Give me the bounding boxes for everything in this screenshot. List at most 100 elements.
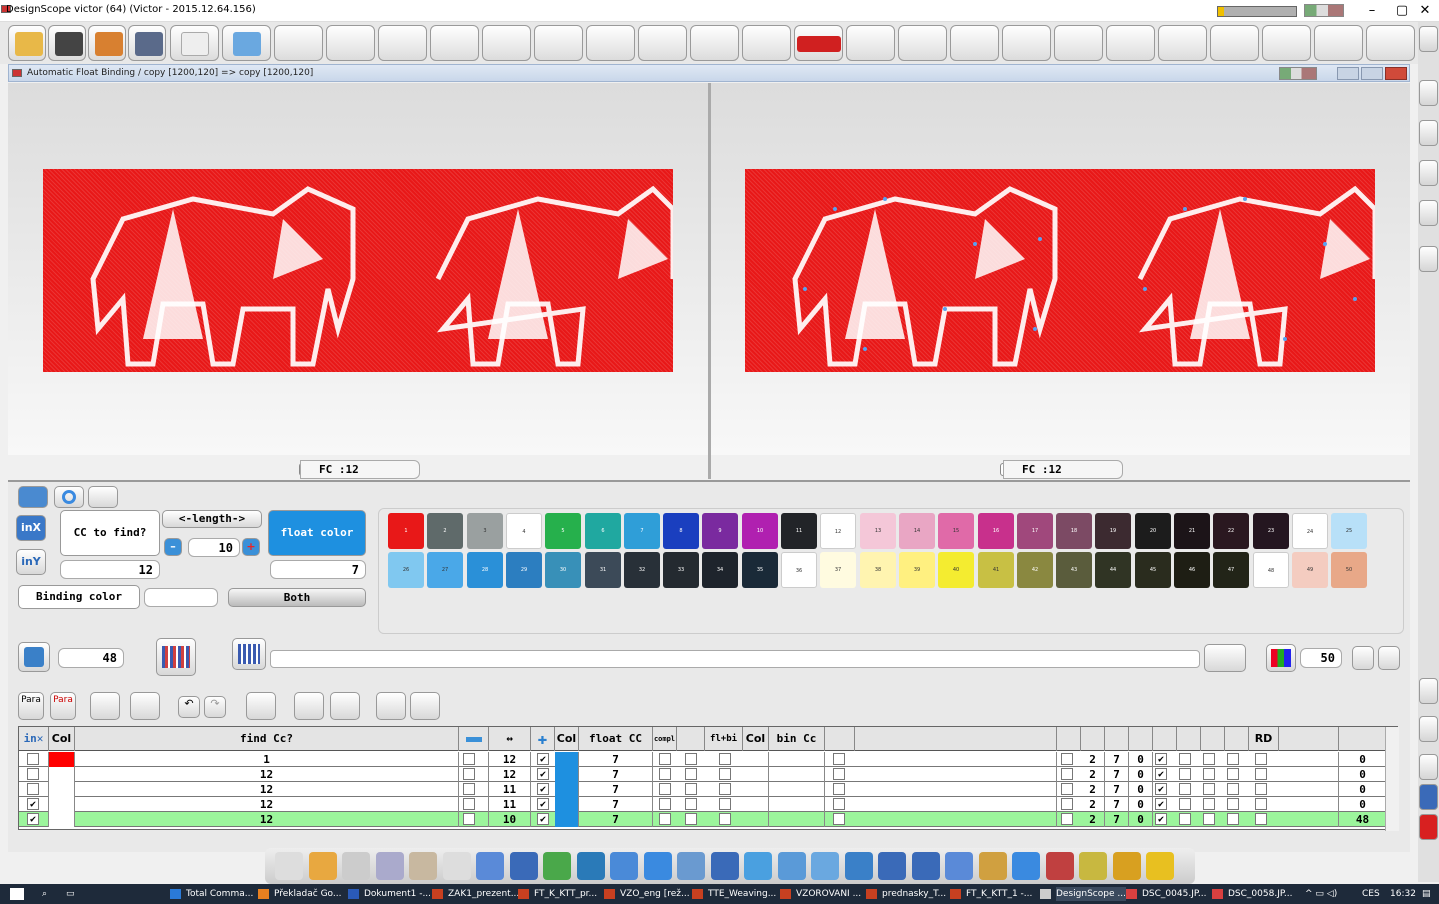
float-color-button[interactable]: float color xyxy=(268,510,366,556)
dock-tool-23-icon[interactable] xyxy=(1012,852,1040,880)
taskbar-app[interactable]: prednasky_T... xyxy=(882,887,946,901)
palette-swatch-22[interactable]: 22 xyxy=(1213,513,1249,549)
dock-tool-16-icon[interactable] xyxy=(777,852,806,880)
row-d-checkbox[interactable]: ✔ xyxy=(1155,753,1167,765)
palette-swatch-10[interactable]: 10 xyxy=(742,513,778,549)
palette-swatch-13[interactable]: 13 xyxy=(860,513,896,549)
toolbar-slot-17[interactable] xyxy=(1158,25,1207,61)
row-compl-checkbox[interactable] xyxy=(659,813,671,825)
palette-swatch-8[interactable]: 8 xyxy=(663,513,699,549)
row-r2-checkbox[interactable] xyxy=(1179,813,1191,825)
brush-tool-button[interactable] xyxy=(1419,80,1438,106)
float-binding-tab[interactable] xyxy=(18,486,48,508)
row-compl-checkbox[interactable] xyxy=(659,753,671,765)
subwindow-minimize-button[interactable] xyxy=(1337,67,1359,80)
row-r4-checkbox[interactable] xyxy=(1227,753,1239,765)
red-fabric-button[interactable] xyxy=(794,25,843,61)
palette-swatch-11[interactable]: 11 xyxy=(781,513,817,549)
row-rd-checkbox[interactable] xyxy=(1255,813,1267,825)
palette-swatch-50[interactable]: 50 xyxy=(1331,552,1367,588)
row-compl-checkbox[interactable] xyxy=(659,768,671,780)
palette-swatch-48[interactable]: 48 xyxy=(1253,552,1289,588)
palette-swatch-31[interactable]: 31 xyxy=(585,552,621,588)
row-in-checkbox[interactable] xyxy=(27,768,39,780)
dock-tool-9-icon[interactable] xyxy=(543,852,571,880)
row-weave-checkbox[interactable] xyxy=(833,768,845,780)
palette-swatch-23[interactable]: 23 xyxy=(1253,513,1289,549)
iny-button[interactable]: inY xyxy=(16,549,46,575)
row-r3-checkbox[interactable] xyxy=(1203,768,1215,780)
toolbar-slot-13[interactable] xyxy=(950,25,999,61)
notification-icon[interactable]: ▤ xyxy=(1422,887,1431,901)
palette-swatch-33[interactable]: 33 xyxy=(663,552,699,588)
brush-tab[interactable] xyxy=(88,486,118,508)
row-r3-checkbox[interactable] xyxy=(1203,813,1215,825)
clock[interactable]: 16:32 xyxy=(1390,887,1416,901)
toolbar-slot-2[interactable] xyxy=(326,25,375,61)
pattern-fill-button[interactable] xyxy=(246,692,276,720)
dock-tool-25-icon[interactable] xyxy=(1079,852,1107,880)
row-flbi-checkbox[interactable] xyxy=(719,798,731,810)
col-find-cc[interactable]: find Cc? xyxy=(75,727,459,751)
row-r2-checkbox[interactable] xyxy=(1179,798,1191,810)
weave-view-button[interactable] xyxy=(156,638,196,676)
palette-swatch-37[interactable]: 37 xyxy=(820,552,856,588)
row-in-checkbox[interactable]: ✔ xyxy=(27,798,39,810)
toolbar-slot-19[interactable] xyxy=(1262,25,1311,61)
redo-button[interactable]: ↷ xyxy=(204,696,226,718)
palette-swatch-6[interactable]: 6 xyxy=(585,513,621,549)
row-weave-checkbox[interactable] xyxy=(833,783,845,795)
palette-swatch-20[interactable]: 20 xyxy=(1135,513,1171,549)
dock-tool-17-icon[interactable] xyxy=(811,852,839,880)
palette-swatch-28[interactable]: 28 xyxy=(467,552,503,588)
palette-swatch-7[interactable]: 7 xyxy=(624,513,660,549)
toolbar-slot-6[interactable] xyxy=(534,25,583,61)
row-r3-checkbox[interactable] xyxy=(1203,753,1215,765)
table-row[interactable]: 1 12 ✔ 7 2 7 0 ✔ 0 xyxy=(19,752,1399,767)
both-button[interactable]: Both xyxy=(228,588,366,607)
col-result[interactable] xyxy=(1339,727,1387,751)
row-spiral-checkbox[interactable] xyxy=(1061,798,1073,810)
zoom-in-button[interactable] xyxy=(1352,646,1374,670)
row-r3-checkbox[interactable] xyxy=(1203,783,1215,795)
col-bin-col[interactable]: Col xyxy=(743,727,769,751)
palette-swatch-30[interactable]: 30 xyxy=(545,552,581,588)
subwindow-close-button[interactable] xyxy=(1385,67,1407,80)
row-d-checkbox[interactable]: ✔ xyxy=(1155,798,1167,810)
palette-swatch-9[interactable]: 9 xyxy=(702,513,738,549)
palette-swatch-2[interactable]: 2 xyxy=(427,513,463,549)
float-color-input[interactable]: 7 xyxy=(270,560,366,579)
row-r2-checkbox[interactable] xyxy=(1179,768,1191,780)
dock-tool-24-icon[interactable] xyxy=(1045,852,1074,880)
row-in-checkbox[interactable] xyxy=(27,753,39,765)
clear-grid-button[interactable] xyxy=(294,692,324,720)
row-in-checkbox[interactable] xyxy=(27,783,39,795)
original-fabric-image[interactable] xyxy=(43,169,676,372)
elephant-color-button[interactable] xyxy=(222,25,271,61)
weave-small-button[interactable] xyxy=(1204,644,1246,672)
length-plus-button[interactable]: + xyxy=(242,538,260,556)
col-col[interactable]: Col xyxy=(49,727,75,751)
palette-swatch-18[interactable]: 18 xyxy=(1056,513,1092,549)
table-row[interactable]: 12 11 ✔ 7 2 7 0 ✔ 0 xyxy=(19,782,1399,797)
bound-fabric-image[interactable] xyxy=(745,169,1378,372)
row-d-checkbox[interactable]: ✔ xyxy=(1155,783,1167,795)
row-d-checkbox[interactable]: ✔ xyxy=(1155,768,1167,780)
col-float-cc[interactable]: float CC xyxy=(579,727,653,751)
row-plus-checkbox[interactable]: ✔ xyxy=(537,798,549,810)
toolbar-slot-3[interactable] xyxy=(378,25,427,61)
grid-tool-button[interactable] xyxy=(1419,120,1438,146)
row-r3-checkbox[interactable] xyxy=(1203,798,1215,810)
row-r2-checkbox[interactable] xyxy=(1179,753,1191,765)
row-flbi-checkbox[interactable] xyxy=(719,753,731,765)
palette-swatch-47[interactable]: 47 xyxy=(1213,552,1249,588)
taskbar-app[interactable]: Dokument1 -... xyxy=(364,887,431,901)
pattern-tool-button[interactable] xyxy=(1419,160,1438,186)
toolbar-slot-7[interactable] xyxy=(586,25,635,61)
subwindow-help-icons[interactable] xyxy=(1279,67,1317,80)
palette-swatch-49[interactable]: 49 xyxy=(1292,552,1328,588)
dock-tool-7-icon[interactable] xyxy=(476,852,504,880)
elephant-outline-button[interactable] xyxy=(170,25,219,61)
taskbar-app[interactable]: DesignScope ... xyxy=(1056,887,1126,901)
row-weave-checkbox[interactable] xyxy=(833,798,845,810)
